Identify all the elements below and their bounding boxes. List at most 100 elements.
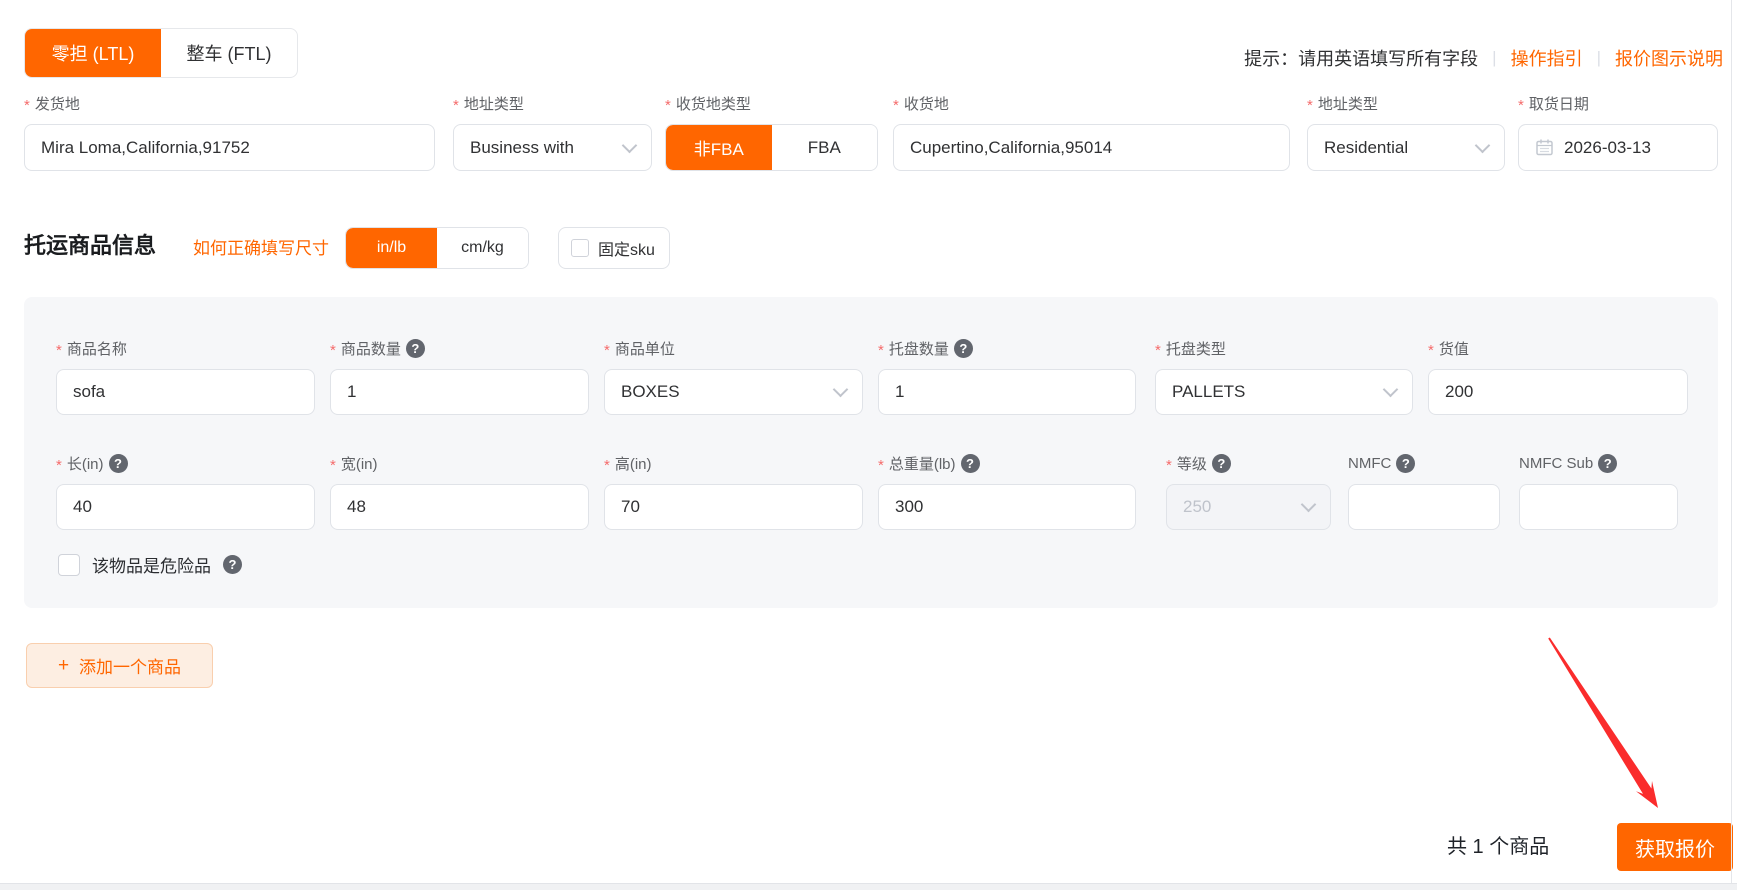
dest-type-toggle: 非FBA FBA: [665, 124, 878, 171]
add-item-button[interactable]: + 添加一个商品: [26, 643, 213, 688]
freight-quote-form: 零担 (LTL) 整车 (FTL) 提示：请用英语填写所有字段 | 操作指引 |…: [0, 0, 1737, 890]
field-pickup-date: * 取货日期 2026-03-13: [1518, 92, 1718, 171]
label-text: 宽(in): [341, 453, 378, 474]
pallet-type-select[interactable]: PALLETS: [1155, 369, 1413, 415]
shipping-mode-tabs: 零担 (LTL) 整车 (FTL): [24, 28, 298, 78]
product-unit-select[interactable]: BOXES: [604, 369, 863, 415]
fixed-sku-checkbox[interactable]: [571, 239, 589, 257]
tab-ftl[interactable]: 整车 (FTL): [161, 29, 297, 77]
item-card: * 商品名称 * 商品数量 ? * 商品单位 BOXES: [24, 297, 1718, 608]
calendar-icon: [1535, 138, 1554, 157]
size-guide-link[interactable]: 如何正确填写尺寸: [193, 237, 329, 261]
origin-input[interactable]: [24, 124, 435, 171]
label-text: 地址类型: [464, 93, 524, 114]
hint-text: 提示：请用英语填写所有字段: [1244, 45, 1478, 71]
width-input[interactable]: [330, 484, 589, 530]
selected-value: BOXES: [621, 382, 680, 402]
help-icon[interactable]: ?: [1598, 454, 1617, 473]
dest-address-type-select[interactable]: Residential: [1307, 124, 1505, 171]
total-weight-input[interactable]: [878, 484, 1136, 530]
dest-type-fba[interactable]: FBA: [772, 125, 878, 170]
product-name-input[interactable]: [56, 369, 315, 415]
label-text: 高(in): [615, 453, 652, 474]
help-icon[interactable]: ?: [1396, 454, 1415, 473]
required-mark: *: [1166, 457, 1172, 474]
required-mark: *: [604, 342, 610, 359]
field-product-name: * 商品名称: [56, 337, 315, 415]
field-label: * 托盘类型: [1155, 337, 1413, 359]
chevron-down-icon: [1475, 137, 1491, 153]
help-icon[interactable]: ?: [961, 454, 980, 473]
unit-cm-kg[interactable]: cm/kg: [437, 228, 528, 268]
fixed-sku-option[interactable]: 固定sku: [558, 227, 670, 269]
field-dest-type: * 收货地类型 非FBA FBA: [665, 92, 878, 171]
help-icon[interactable]: ?: [109, 454, 128, 473]
label-text: 等级: [1177, 453, 1207, 474]
field-total-weight: * 总重量(lb) ?: [878, 452, 1136, 530]
label-text: 总重量(lb): [889, 453, 956, 474]
dangerous-goods-checkbox[interactable]: [58, 554, 80, 576]
field-origin: * 发货地: [24, 92, 435, 171]
required-mark: *: [330, 342, 336, 359]
help-icon[interactable]: ?: [1212, 454, 1231, 473]
cargo-value-input[interactable]: [1428, 369, 1688, 415]
scrollbar-track[interactable]: [1731, 0, 1732, 890]
selected-value: PALLETS: [1172, 382, 1245, 402]
product-qty-input[interactable]: [330, 369, 589, 415]
quote-diagram-link[interactable]: 报价图示说明: [1615, 45, 1723, 71]
required-mark: *: [56, 342, 62, 359]
field-label: * 发货地: [24, 92, 435, 114]
operation-guide-link[interactable]: 操作指引: [1511, 45, 1583, 71]
label-text: 收货地: [904, 93, 949, 114]
label-text: 收货地类型: [676, 93, 751, 114]
nmfc-input[interactable]: [1348, 484, 1500, 530]
get-quote-button[interactable]: 获取报价: [1617, 823, 1733, 871]
field-cargo-value: * 货值: [1428, 337, 1688, 415]
unit-in-lb[interactable]: in/lb: [346, 228, 437, 268]
field-product-qty: * 商品数量 ?: [330, 337, 589, 415]
field-label: * 等级 ?: [1166, 452, 1331, 474]
label-text: 发货地: [35, 93, 80, 114]
plus-icon: +: [58, 656, 69, 675]
chevron-down-icon: [833, 382, 849, 398]
height-input[interactable]: [604, 484, 863, 530]
field-height: * 高(in): [604, 452, 863, 530]
chevron-down-icon: [622, 137, 638, 153]
help-icon[interactable]: ?: [406, 339, 425, 358]
selected-value: Residential: [1324, 138, 1408, 158]
label-text: 长(in): [67, 453, 104, 474]
field-origin-address-type: * 地址类型 Business with: [453, 92, 652, 171]
length-input[interactable]: [56, 484, 315, 530]
field-freight-class: * 等级 ? 250: [1166, 452, 1331, 530]
required-mark: *: [24, 97, 30, 114]
field-label: NMFC Sub ?: [1519, 452, 1678, 474]
field-destination: * 收货地: [893, 92, 1290, 171]
dest-type-non-fba[interactable]: 非FBA: [666, 125, 772, 170]
label-text: 托盘类型: [1166, 338, 1226, 359]
help-icon[interactable]: ?: [223, 555, 242, 574]
field-label: * 长(in) ?: [56, 452, 315, 474]
field-width: * 宽(in): [330, 452, 589, 530]
pallet-qty-input[interactable]: [878, 369, 1136, 415]
field-nmfc-sub: NMFC Sub ?: [1519, 452, 1678, 530]
required-mark: *: [1518, 97, 1524, 114]
origin-address-type-select[interactable]: Business with: [453, 124, 652, 171]
field-label: * 总重量(lb) ?: [878, 452, 1136, 474]
header-hint: 提示：请用英语填写所有字段 | 操作指引 | 报价图示说明: [1244, 44, 1723, 72]
separator: |: [1597, 48, 1601, 68]
label-text: 商品名称: [67, 338, 127, 359]
pickup-date-picker[interactable]: 2026-03-13: [1518, 124, 1718, 171]
destination-input[interactable]: [893, 124, 1290, 171]
tab-ltl[interactable]: 零担 (LTL): [25, 29, 161, 77]
separator: |: [1492, 48, 1496, 68]
label-text: 货值: [1439, 338, 1469, 359]
label-text: NMFC Sub: [1519, 455, 1593, 472]
field-label: * 商品单位: [604, 337, 863, 359]
field-pallet-type: * 托盘类型 PALLETS: [1155, 337, 1413, 415]
required-mark: *: [1428, 342, 1434, 359]
required-mark: *: [665, 97, 671, 114]
field-label: * 收货地类型: [665, 92, 878, 114]
field-label: * 商品名称: [56, 337, 315, 359]
nmfc-sub-input[interactable]: [1519, 484, 1678, 530]
help-icon[interactable]: ?: [954, 339, 973, 358]
